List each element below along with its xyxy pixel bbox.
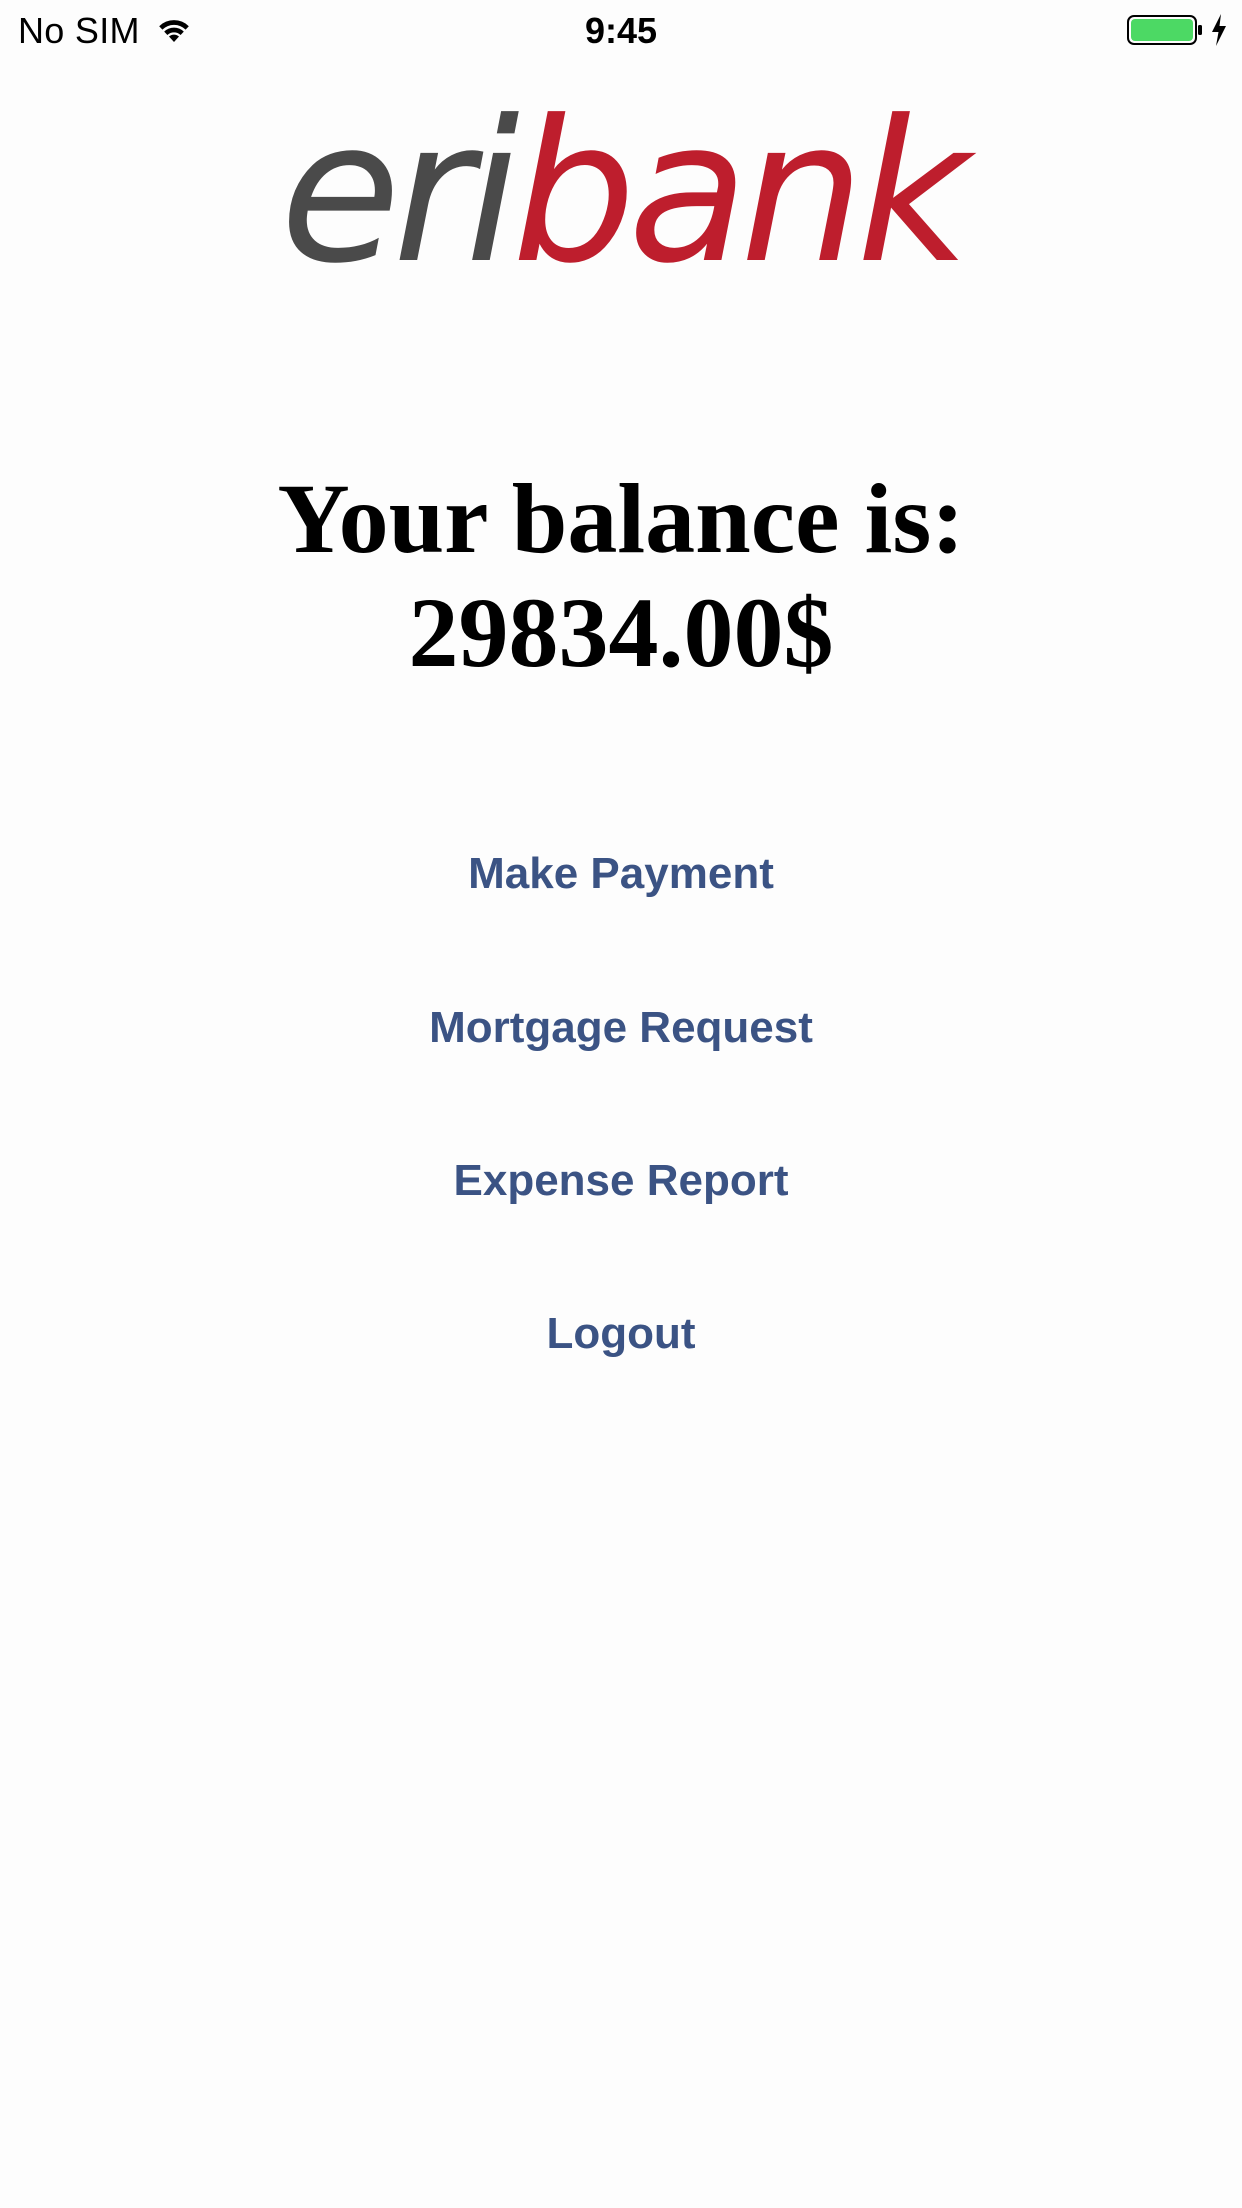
battery-icon bbox=[1127, 15, 1202, 45]
charging-bolt-icon bbox=[1212, 14, 1226, 46]
eribank-logo: eribank bbox=[0, 88, 1242, 298]
balance-label: Your balance is: bbox=[277, 463, 965, 574]
balance-display: Your balance is: 29834.00$ bbox=[0, 462, 1242, 690]
logout-label: Logout bbox=[546, 1309, 696, 1358]
make-payment-label: Make Payment bbox=[468, 849, 774, 898]
mortgage-request-button[interactable]: Mortgage Request bbox=[0, 994, 1242, 1062]
logo-text-bank: bank bbox=[511, 79, 970, 307]
clock: 9:45 bbox=[584, 10, 658, 51]
expense-report-button[interactable]: Expense Report bbox=[0, 1147, 1242, 1215]
logo-text-eri: eri bbox=[280, 79, 520, 307]
logout-button[interactable]: Logout bbox=[0, 1300, 1242, 1368]
mortgage-request-label: Mortgage Request bbox=[429, 1003, 813, 1052]
expense-report-label: Expense Report bbox=[453, 1156, 789, 1205]
home-screen: No SIM 9:45 eribank Your balance is: 298… bbox=[0, 0, 1242, 2208]
status-bar: No SIM 9:45 bbox=[0, 0, 1242, 62]
balance-amount: 29834.00$ bbox=[408, 577, 834, 688]
make-payment-button[interactable]: Make Payment bbox=[0, 840, 1242, 908]
